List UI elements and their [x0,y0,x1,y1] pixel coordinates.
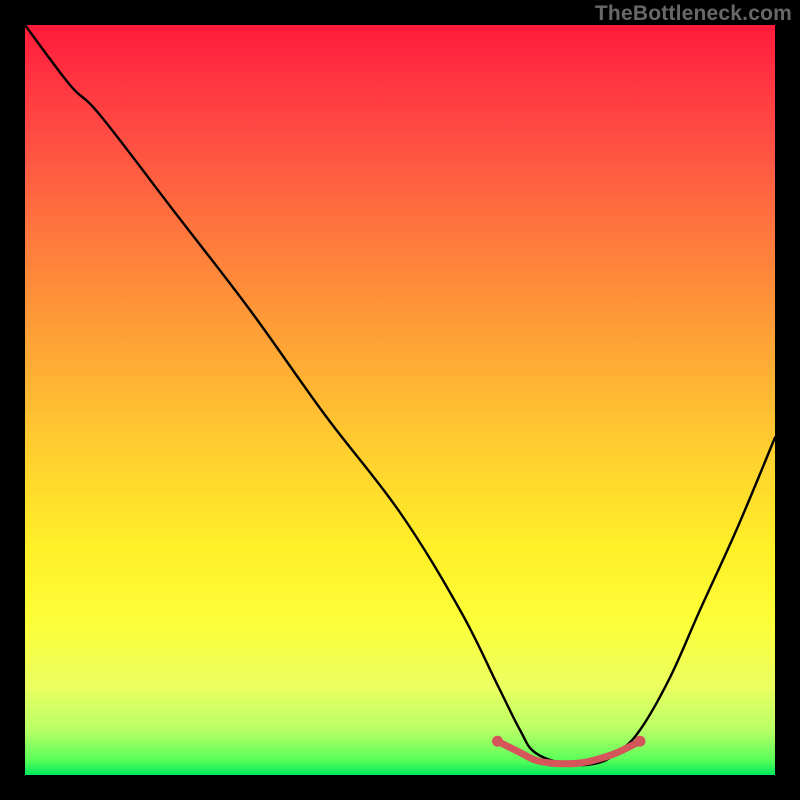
optimal-zone-path [498,741,641,764]
watermark-text: TheBottleneck.com [595,2,792,26]
optimal-zone-end-right [635,736,646,747]
bottleneck-curve-path [25,25,775,765]
chart-frame: TheBottleneck.com [0,0,800,800]
chart-svg [25,25,775,775]
optimal-zone-end-left [492,736,503,747]
chart-plot-area [25,25,775,775]
